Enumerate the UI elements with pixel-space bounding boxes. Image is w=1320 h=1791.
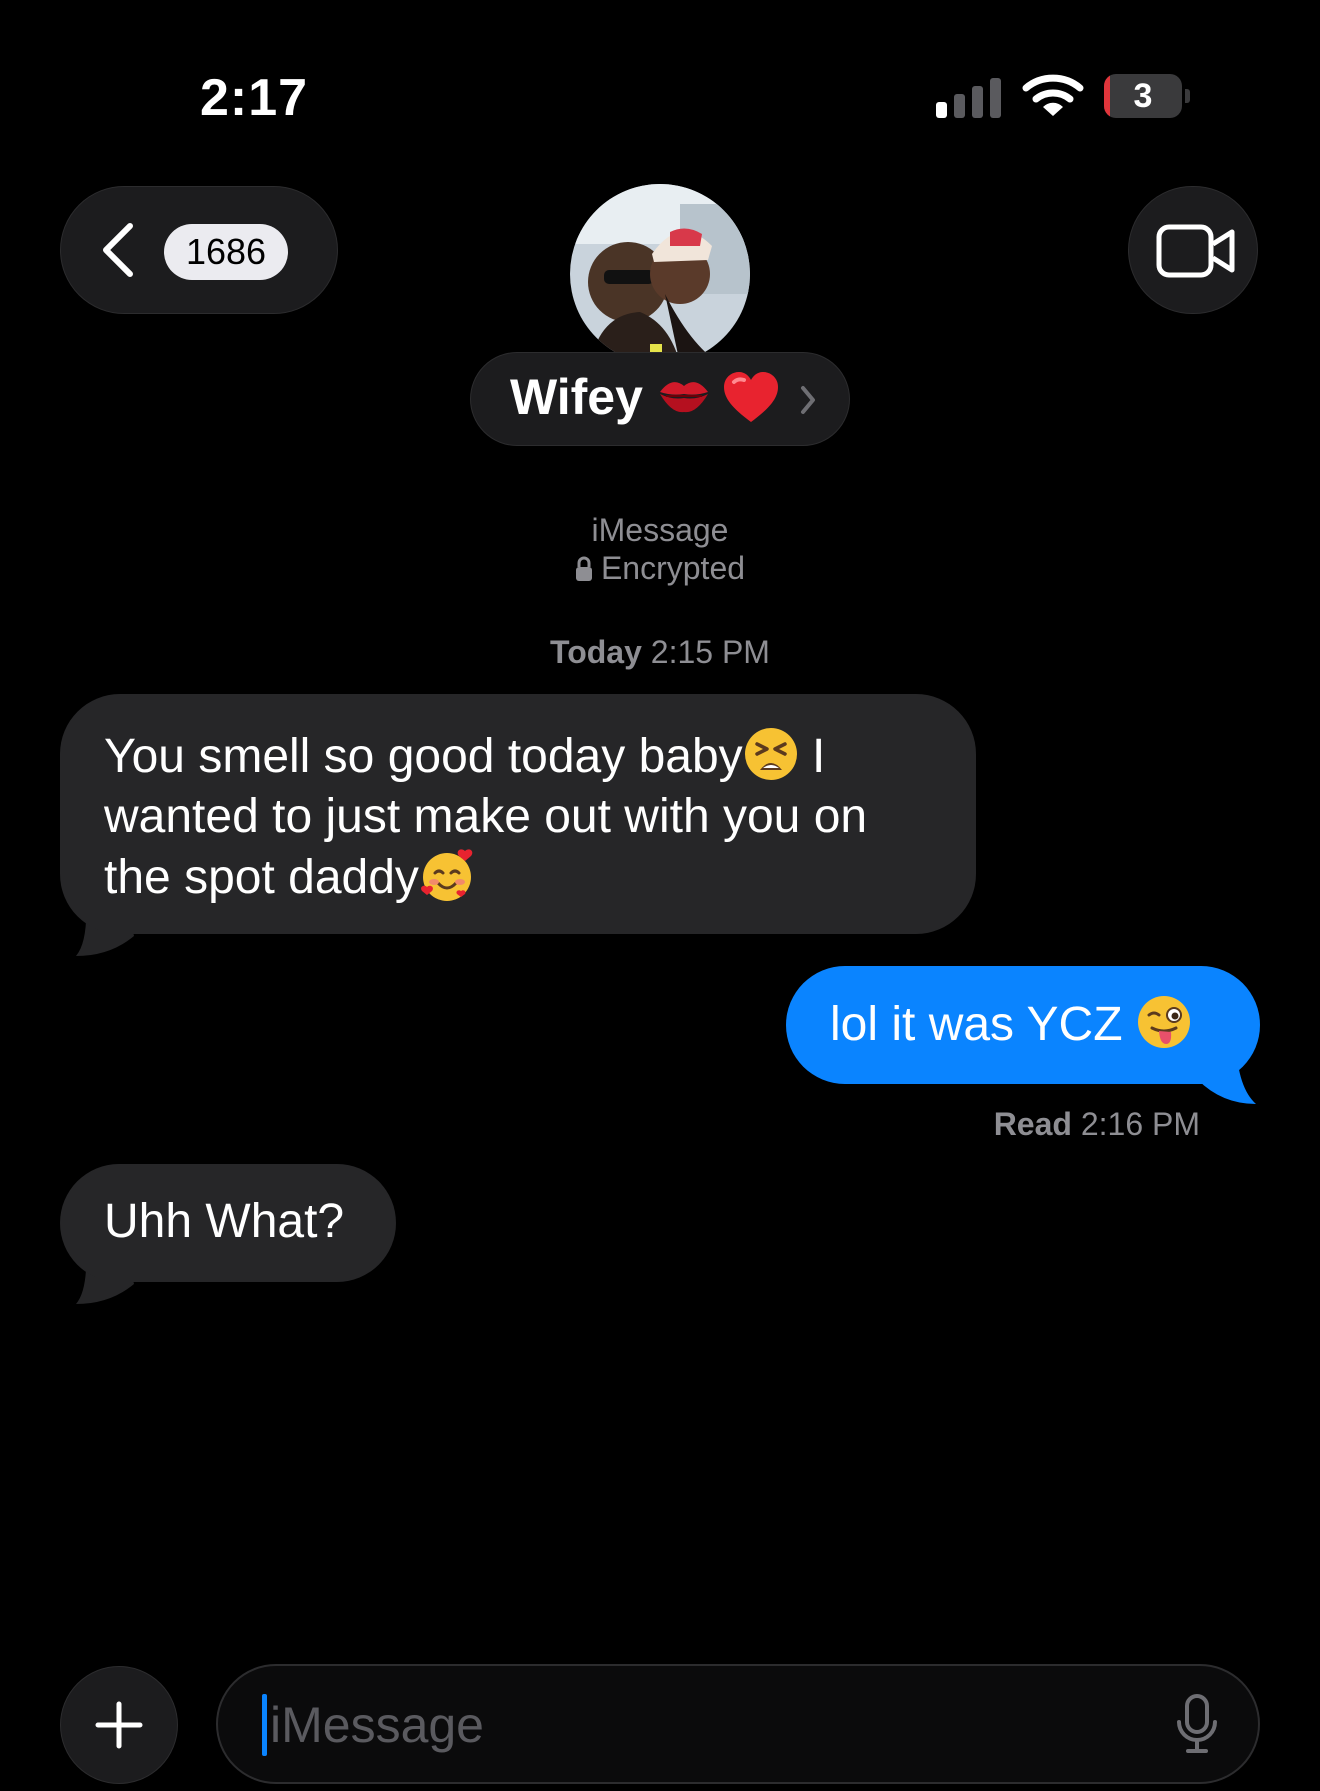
kiss-mark-icon [660,382,708,413]
cellular-signal-icon [936,74,1004,118]
microphone-icon[interactable] [1174,1694,1220,1754]
incoming-message-bubble[interactable]: You smell so good today baby I wanted to… [60,694,976,934]
contact-name: Wifey [510,369,643,425]
lock-icon [575,556,592,581]
wifi-icon [1022,74,1084,116]
chevron-right-icon [801,386,815,414]
contact-avatar[interactable] [570,184,750,364]
text-cursor [262,1694,267,1756]
service-label: iMessage [591,512,729,548]
message-text: I [798,730,826,783]
chevron-left-icon [103,223,133,277]
encryption-label: Encrypted [600,550,746,586]
read-time: 2:16 PM [1080,1106,1200,1142]
status-time: 2:17 [200,69,309,127]
battery-level: 3 [1133,77,1153,115]
encryption-status: Encrypted [0,550,1320,587]
winking-face-with-tongue-emoji [1137,996,1190,1048]
unread-count-badge: 1686 [164,224,288,280]
battery-icon: 3 [1104,74,1190,118]
plus-icon [95,1701,143,1749]
message-input-placeholder: iMessage [270,1697,484,1753]
video-camera-icon [1156,224,1235,278]
read-label: Read [993,1106,1072,1142]
message-text: the spot daddy [104,851,419,904]
red-heart-icon [724,372,778,422]
message-text: Uhh What? [104,1195,345,1248]
message-text: wanted to just make out with you on [104,790,868,843]
message-text: lol it was YCZ [830,998,1136,1051]
tired-face-emoji [744,728,797,780]
read-receipt: Read 2:16 PM [900,1106,1200,1143]
timestamp-day: Today [550,634,642,670]
avatar-photo [570,184,750,364]
timestamp-time: 2:15 PM [650,634,770,670]
conversation-timestamp: Today 2:15 PM [0,634,1320,671]
incoming-message-bubble[interactable]: Uhh What? [60,1164,396,1282]
message-text: You smell so good today baby [104,730,743,783]
outgoing-message-bubble[interactable]: lol it was YCZ [786,966,1260,1084]
smiling-face-with-hearts-emoji [420,849,473,901]
